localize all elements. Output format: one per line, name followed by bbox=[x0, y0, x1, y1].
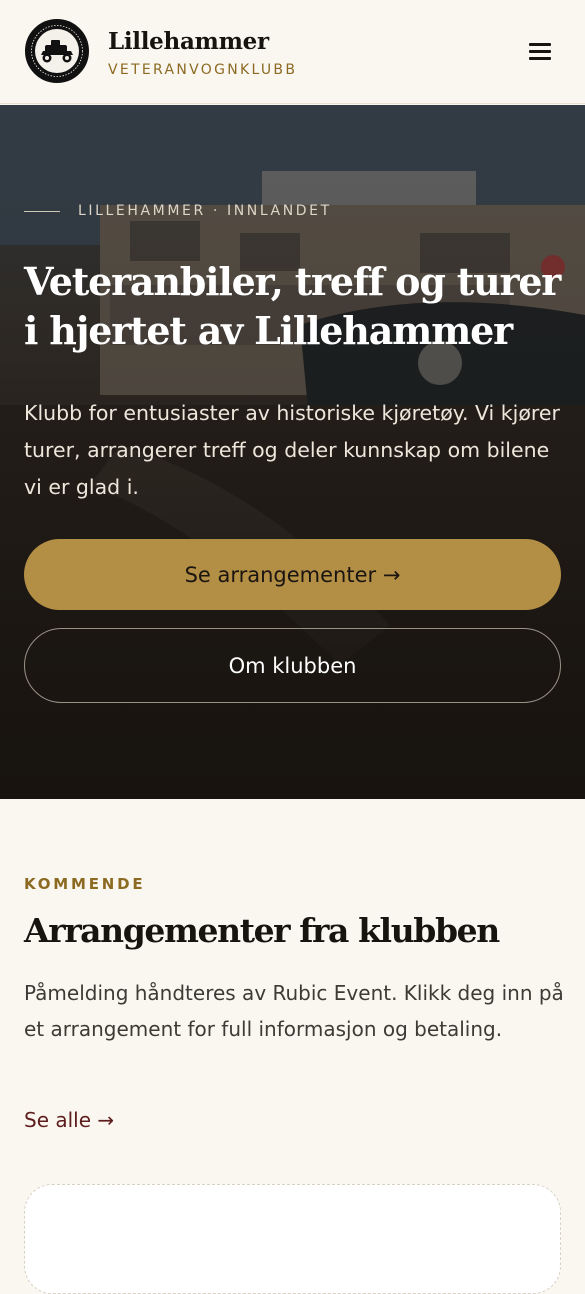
section-kicker: KOMMENDE bbox=[24, 875, 146, 893]
events-section: KOMMENDE Arrangementer fra klubben Påmel… bbox=[0, 799, 585, 1294]
hero-eyebrow: LILLEHAMMER · INNLANDET bbox=[24, 203, 332, 219]
see-events-button[interactable]: Se arrangementer → bbox=[24, 539, 561, 610]
vintage-car-emblem-icon bbox=[28, 22, 86, 80]
see-all-link[interactable]: Se alle → bbox=[24, 1108, 114, 1132]
hero-location: LILLEHAMMER · INNLANDET bbox=[78, 203, 332, 219]
hero-title: Veteranbiler, treff og turer i hjertet a… bbox=[24, 259, 561, 353]
hamburger-icon bbox=[529, 43, 551, 46]
hamburger-icon-line bbox=[529, 50, 551, 53]
brand-subtitle: VETERANVOGNKLUBB bbox=[108, 62, 298, 78]
about-club-button[interactable]: Om klubben bbox=[24, 628, 561, 703]
about-club-label: Om klubben bbox=[228, 653, 357, 678]
event-card[interactable] bbox=[24, 1184, 561, 1294]
section-description: Påmelding håndteres av Rubic Event. Klik… bbox=[24, 981, 564, 1041]
hero-description: Klubb for entusiaster av historiske kjør… bbox=[24, 401, 560, 499]
hamburger-menu-button[interactable] bbox=[524, 37, 556, 65]
brand-name[interactable]: Lillehammer bbox=[108, 28, 269, 55]
eyebrow-divider bbox=[24, 210, 60, 212]
hamburger-icon-line bbox=[529, 57, 551, 60]
hero-section: LILLEHAMMER · INNLANDET Veteranbiler, tr… bbox=[0, 105, 585, 799]
section-title: Arrangementer fra klubben bbox=[24, 911, 500, 950]
site-header: Lillehammer VETERANVOGNKLUBB bbox=[0, 0, 585, 104]
see-events-label: Se arrangementer → bbox=[184, 562, 401, 587]
club-logo[interactable] bbox=[25, 19, 89, 83]
